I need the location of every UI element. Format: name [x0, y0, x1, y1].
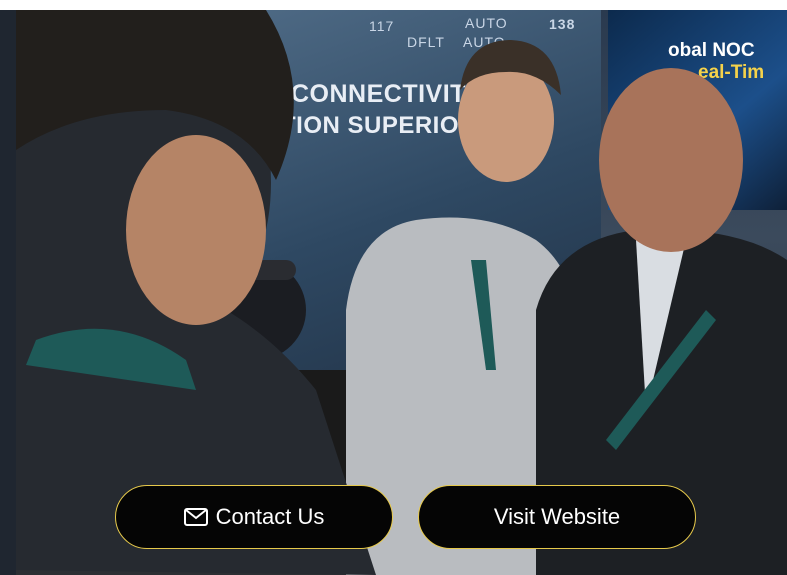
page-left-edge [0, 10, 16, 575]
envelope-icon [183, 508, 208, 526]
visit-website-label: Visit Website [493, 504, 621, 529]
contact-us-label: Contact Us [215, 504, 325, 529]
visit-website-button[interactable]: Visit Website [418, 485, 696, 549]
contact-us-button[interactable]: Contact Us [115, 485, 393, 549]
